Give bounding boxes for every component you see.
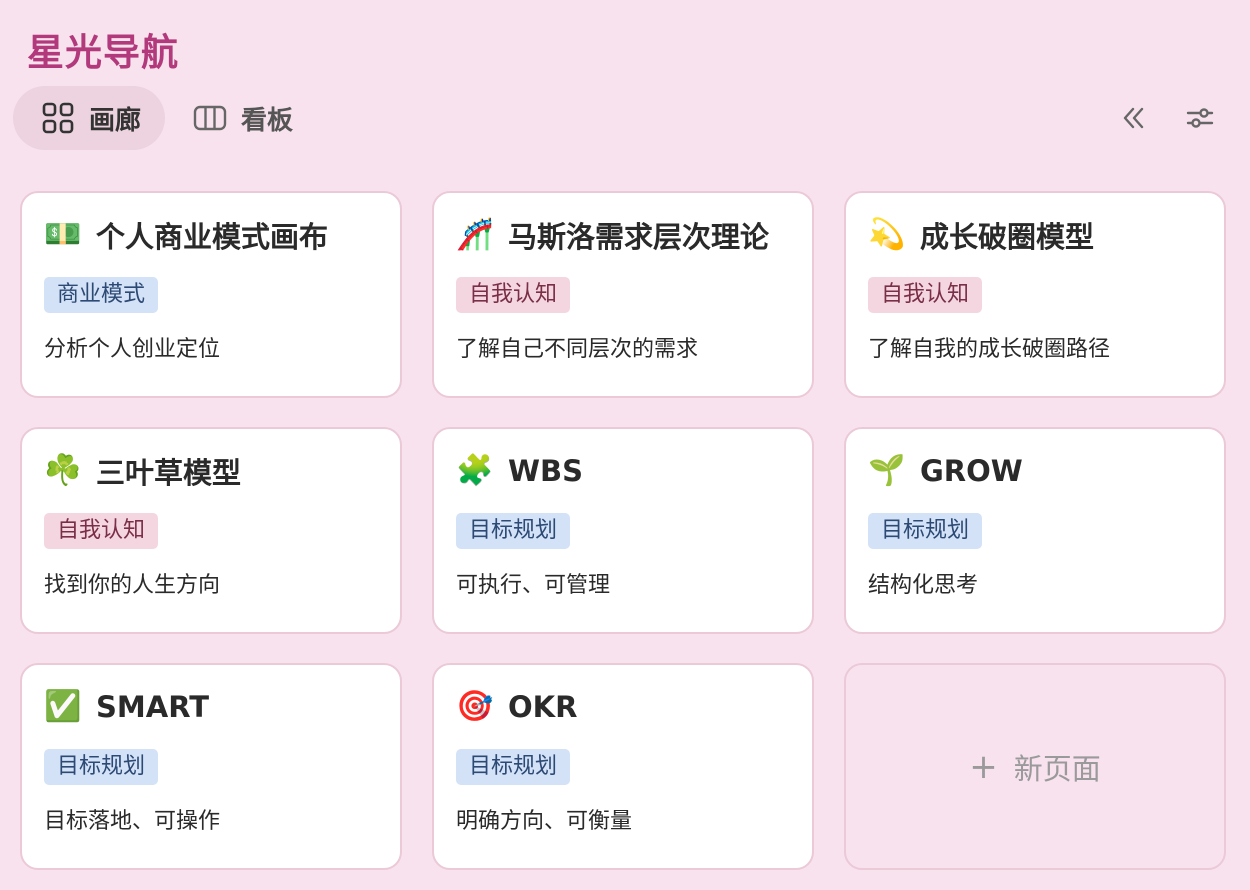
- card-tag: 目标规划: [456, 749, 571, 785]
- clover-icon: ☘️: [44, 453, 82, 488]
- card-title: 个人商业模式画布: [96, 220, 329, 254]
- view-settings-button[interactable]: [1180, 98, 1220, 138]
- view-tab-label: 看板: [241, 105, 294, 136]
- gallery-card[interactable]: 💵 个人商业模式画布 商业模式 分析个人创业定位: [20, 191, 402, 398]
- card-description: 了解自己不同层次的需求: [456, 337, 699, 362]
- card-tag: 自我认知: [44, 513, 159, 549]
- board-icon: [193, 105, 227, 131]
- card-description: 找到你的人生方向: [44, 573, 221, 598]
- gallery-card[interactable]: 🎯 OKR 目标规划 明确方向、可衡量: [432, 663, 814, 870]
- card-title: WBS: [508, 454, 583, 488]
- card-tag: 商业模式: [44, 277, 159, 313]
- new-page-button[interactable]: + 新页面: [844, 663, 1226, 870]
- card-description: 结构化思考: [868, 573, 979, 598]
- gallery-card[interactable]: ☘️ 三叶草模型 自我认知 找到你的人生方向: [20, 427, 402, 634]
- check-mark-icon: ✅: [44, 689, 82, 724]
- gallery-page: 星光导航 画廊 看板 💵 个人商业模式画布 商业模式 分析个人创业定位 🎢 马斯…: [0, 0, 1250, 890]
- gallery-grid: 💵 个人商业模式画布 商业模式 分析个人创业定位 🎢 马斯洛需求层次理论 自我认…: [20, 191, 1226, 870]
- view-tab-board[interactable]: 看板: [165, 86, 317, 150]
- card-title: GROW: [920, 454, 1023, 488]
- card-description: 明确方向、可衡量: [456, 809, 633, 834]
- roller-coaster-icon: 🎢: [456, 217, 494, 252]
- gallery-card[interactable]: 🌱 GROW 目标规划 结构化思考: [844, 427, 1226, 634]
- card-tag: 自我认知: [456, 277, 571, 313]
- puzzle-icon: 🧩: [456, 453, 494, 488]
- card-tag: 目标规划: [456, 513, 571, 549]
- gallery-card[interactable]: 🎢 马斯洛需求层次理论 自我认知 了解自己不同层次的需求: [432, 191, 814, 398]
- view-toolbar: 画廊 看板: [13, 86, 1220, 150]
- card-description: 了解自我的成长破圈路径: [868, 337, 1111, 362]
- dizzy-star-icon: 💫: [868, 217, 906, 252]
- card-title: 马斯洛需求层次理论: [508, 220, 770, 254]
- plus-icon: +: [969, 746, 998, 787]
- card-title: OKR: [508, 690, 578, 724]
- double-chevron-left-icon: [1123, 107, 1144, 129]
- collapse-button[interactable]: [1114, 98, 1154, 138]
- card-tag: 目标规划: [868, 513, 983, 549]
- card-description: 分析个人创业定位: [44, 337, 221, 362]
- gallery-card[interactable]: ✅ SMART 目标规划 目标落地、可操作: [20, 663, 402, 870]
- card-title: SMART: [96, 690, 209, 724]
- gallery-card[interactable]: 🧩 WBS 目标规划 可执行、可管理: [432, 427, 814, 634]
- toolbar-actions: [1114, 98, 1220, 138]
- card-title: 成长破圈模型: [920, 220, 1095, 254]
- new-page-label: 新页面: [1013, 751, 1101, 786]
- card-title: 三叶草模型: [96, 456, 242, 490]
- target-icon: 🎯: [456, 689, 494, 724]
- card-description: 目标落地、可操作: [44, 809, 221, 834]
- sliders-icon: [1186, 108, 1214, 128]
- view-tab-gallery[interactable]: 画廊: [13, 86, 166, 150]
- page-title: 星光导航: [27, 31, 179, 74]
- card-description: 可执行、可管理: [456, 573, 611, 598]
- money-icon: 💵: [44, 217, 82, 252]
- card-tag: 目标规划: [44, 749, 159, 785]
- seedling-icon: 🌱: [868, 453, 906, 488]
- gallery-card[interactable]: 💫 成长破圈模型 自我认知 了解自我的成长破圈路径: [844, 191, 1226, 398]
- view-tab-label: 画廊: [89, 105, 142, 136]
- grid-icon: [42, 102, 74, 134]
- card-tag: 自我认知: [868, 277, 983, 313]
